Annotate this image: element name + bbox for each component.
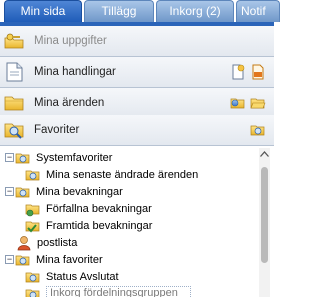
document-icon [6, 62, 23, 82]
favorites-folder-icon [25, 272, 40, 282]
tree-scrollbar[interactable] [259, 148, 270, 297]
tree-node-postlista[interactable]: postlista [16, 234, 77, 251]
favorites-magnifier-icon [4, 123, 24, 139]
folder-search-icon[interactable] [230, 95, 246, 111]
section-label: Mina ärenden [34, 97, 105, 109]
overdue-watch-icon [25, 204, 40, 216]
tree-node-label: postlista [37, 236, 78, 249]
tree-node-systemfavoriter[interactable]: − Systemfavoriter [5, 149, 112, 166]
collapse-icon[interactable]: − [5, 153, 14, 162]
section-label: Mina handlingar [34, 66, 116, 78]
tree-node-label: Mina bevakningar [36, 185, 123, 198]
new-document-icon[interactable] [230, 64, 246, 80]
tree-node-forfallna[interactable]: Förfallna bevakningar [25, 200, 152, 217]
favorites-tree: − Systemfavoriter Mina senaste ändrade ä… [0, 146, 274, 297]
section-label: Favoriter [34, 124, 80, 136]
pdf-document-icon[interactable] [250, 64, 266, 80]
tree-node-label: Systemfavoriter [36, 151, 113, 164]
favorites-folder-icon [15, 255, 30, 265]
key-folder-icon [4, 33, 24, 49]
tree-node-status-avslutat[interactable]: Status Avslutat [25, 268, 119, 285]
collapse-icon[interactable]: − [5, 187, 14, 196]
tree-node-mina-senaste[interactable]: Mina senaste ändrade ärenden [25, 166, 198, 183]
user-list-icon [17, 235, 31, 250]
favorites-folder-icon [15, 153, 30, 163]
favorites-folder-icon [15, 187, 30, 197]
folder-icon [4, 96, 24, 111]
section-favoriter[interactable]: Favoriter [0, 115, 274, 146]
tab-bar: Min sida Tillägg Inkorg (2) Notif [0, 0, 280, 22]
section-mina-handlingar[interactable]: Mina handlingar [0, 57, 274, 88]
tree-node-label: Mina senaste ändrade ärenden [46, 168, 199, 181]
tree-node-inkorg-fordelningsgruppen[interactable]: Inkorg fördelningsgruppen [25, 285, 191, 297]
tab-inkorg[interactable]: Inkorg (2) [156, 0, 234, 22]
tree-node-label: Framtida bevakningar [46, 219, 153, 232]
favorites-folder-icon [25, 170, 40, 180]
tree-node-label: Mina favoriter [36, 253, 103, 266]
scroll-up-arrow-icon[interactable] [259, 150, 270, 158]
section-mina-uppgifter[interactable]: Mina uppgifter [0, 26, 274, 57]
favorites-folder-icon[interactable] [250, 122, 266, 138]
tree-node-label: Status Avslutat [46, 270, 119, 283]
tab-min-sida[interactable]: Min sida [4, 0, 82, 22]
collapse-icon[interactable]: − [5, 255, 14, 264]
tree-node-label: Förfallna bevakningar [46, 202, 152, 215]
tree-node-mina-favoriter[interactable]: − Mina favoriter [5, 251, 103, 268]
section-label: Mina uppgifter [34, 35, 107, 47]
tree-node-label: Inkorg fördelningsgruppen [46, 286, 191, 297]
tab-notif[interactable]: Notif [236, 0, 280, 22]
future-watch-icon [25, 221, 40, 232]
tab-tillagg[interactable]: Tillägg [84, 0, 154, 22]
favorites-folder-icon [25, 289, 40, 297]
folder-open-icon[interactable] [250, 95, 266, 111]
tree-node-framtida[interactable]: Framtida bevakningar [25, 217, 152, 234]
tree-node-mina-bevakningar[interactable]: − Mina bevakningar [5, 183, 123, 200]
scrollbar-thumb[interactable] [261, 167, 268, 263]
